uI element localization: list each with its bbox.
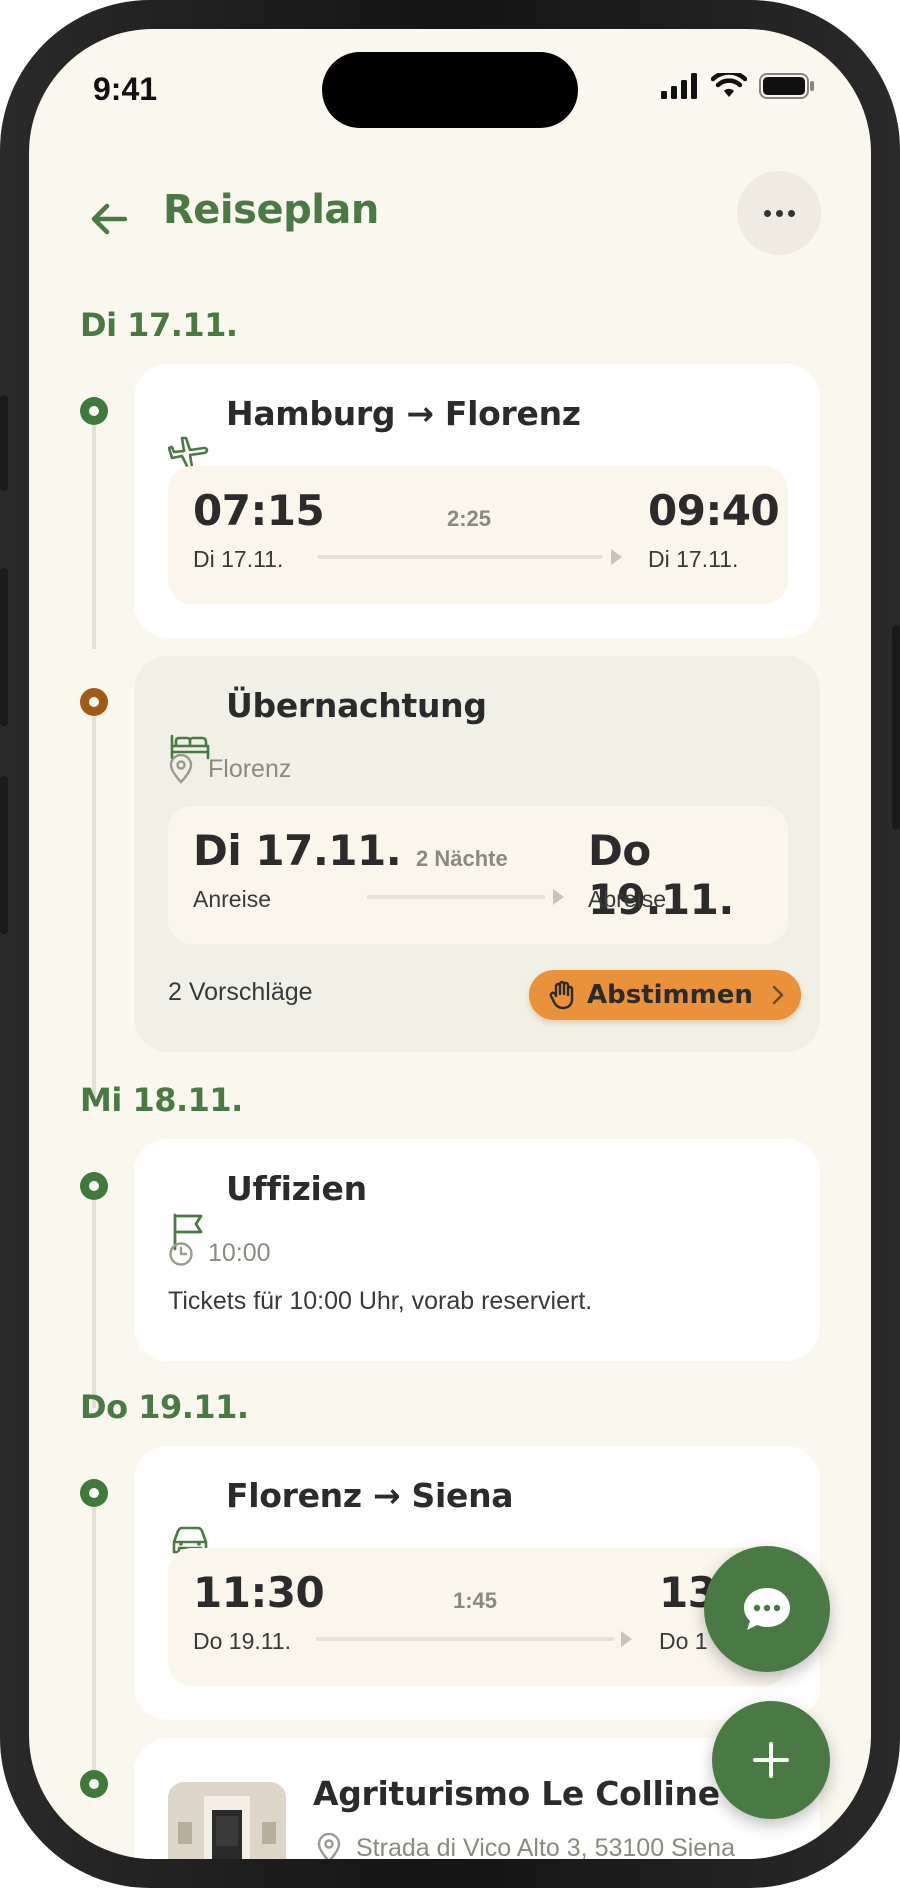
arrow-right-icon: [553, 889, 564, 905]
chevron-right-icon: [772, 985, 784, 1005]
phone-frame: 9:41 Reiseplan Di 17.11. Hamburg → Flore…: [0, 0, 900, 1888]
address-row: Strada di Vico Alto 3, 53100 Siena: [316, 1833, 735, 1859]
location-row: Florenz: [168, 754, 291, 784]
time-row: 10:00: [168, 1239, 271, 1268]
status-icons: [661, 73, 815, 99]
page-title: Reiseplan: [163, 187, 379, 233]
battery-icon: [759, 73, 814, 99]
departure-time: 07:15: [193, 486, 325, 535]
timeline-dot: [80, 1770, 108, 1798]
more-dots-icon: [763, 209, 771, 217]
card-title: Hamburg → Florenz: [226, 394, 581, 433]
hotel-photo: [168, 1782, 286, 1859]
track-line: [317, 555, 603, 559]
suggestions-count: 2 Vorschläge: [168, 978, 313, 1006]
nights: 2 Nächte: [416, 846, 508, 871]
power-button: [892, 625, 900, 830]
timeline-dot: [80, 1172, 108, 1200]
track-line: [367, 895, 545, 899]
departure-date: Di 17.11.: [193, 546, 284, 572]
hand-icon: [549, 980, 574, 1010]
location-pin-icon: [317, 1833, 341, 1859]
flight-card[interactable]: Hamburg → Florenz 07:15 Di 17.11. 2:25 0…: [134, 364, 820, 638]
checkin-label: Anreise: [193, 886, 271, 912]
back-button[interactable]: [81, 191, 137, 247]
more-button[interactable]: [737, 171, 821, 255]
chat-bubble-icon: [744, 1588, 790, 1630]
volume-down-button: [0, 776, 8, 934]
card-title: Florenz → Siena: [226, 1476, 514, 1515]
volume-up-button: [0, 568, 8, 726]
timeline-line: [92, 419, 96, 649]
silent-switch: [0, 395, 8, 491]
timeline-dot: [80, 1479, 108, 1507]
location-pin-icon: [169, 754, 193, 784]
address-text: Strada di Vico Alto 3, 53100 Siena: [356, 1833, 735, 1860]
checkout-label: Abreise: [588, 886, 666, 912]
arrival-time: 09:40: [648, 486, 780, 535]
timeline-line: [92, 1193, 96, 1408]
card-title: Agriturismo Le Colline: [313, 1774, 720, 1813]
chat-button[interactable]: [704, 1546, 830, 1672]
vote-label: Abstimmen: [587, 980, 753, 1010]
dynamic-island: [322, 52, 578, 128]
screen: 9:41 Reiseplan Di 17.11. Hamburg → Flore…: [29, 29, 871, 1859]
signal-icon: [661, 73, 697, 99]
stay-dates: Di 17.11. Anreise 2 Nächte Do 19.11. Abr…: [168, 806, 788, 944]
wifi-icon: [711, 73, 747, 97]
flight-times: 07:15 Di 17.11. 2:25 09:40 Di 17.11.: [168, 466, 788, 604]
card-title: Übernachtung: [226, 686, 487, 725]
clock-icon: [169, 1241, 193, 1266]
timeline-dot: [80, 397, 108, 425]
checkin-date: Di 17.11.: [193, 826, 402, 875]
activity-card[interactable]: Uffizien 10:00 Tickets für 10:00 Uhr, vo…: [134, 1139, 820, 1361]
day-label: Di 17.11.: [80, 306, 238, 344]
card-title: Uffizien: [226, 1169, 367, 1208]
arrival-date: Di 17.11.: [648, 546, 739, 572]
timeline-line: [92, 709, 96, 1099]
arrow-right-icon: [611, 549, 622, 565]
arrow-right-icon: [621, 1631, 632, 1647]
departure-time: 11:30: [193, 1568, 325, 1617]
departure-date: Do 19.11.: [193, 1628, 292, 1654]
stay-card[interactable]: Übernachtung Florenz Di 17.11. Anreise 2…: [134, 656, 820, 1052]
arrow-left-icon: [91, 203, 128, 235]
arrival-date: Do 1: [659, 1628, 708, 1654]
day-label: Do 19.11.: [80, 1388, 249, 1426]
add-button[interactable]: [712, 1701, 830, 1819]
timeline-line: [92, 1501, 96, 1785]
status-time: 9:41: [93, 71, 158, 107]
duration: 1:45: [453, 1588, 498, 1613]
day-label: Mi 18.11.: [80, 1081, 243, 1119]
time-text: 10:00: [208, 1239, 271, 1267]
vote-button[interactable]: Abstimmen: [529, 970, 801, 1020]
plus-icon: [753, 1742, 789, 1778]
track-line: [316, 1637, 614, 1641]
note-text: Tickets für 10:00 Uhr, vorab reserviert.: [168, 1287, 593, 1315]
timeline-dot: [80, 688, 108, 716]
duration: 2:25: [447, 506, 492, 531]
drive-times: 11:30 Do 19.11. 1:45 13 Do 1: [168, 1548, 788, 1686]
location-text: Florenz: [208, 754, 292, 783]
